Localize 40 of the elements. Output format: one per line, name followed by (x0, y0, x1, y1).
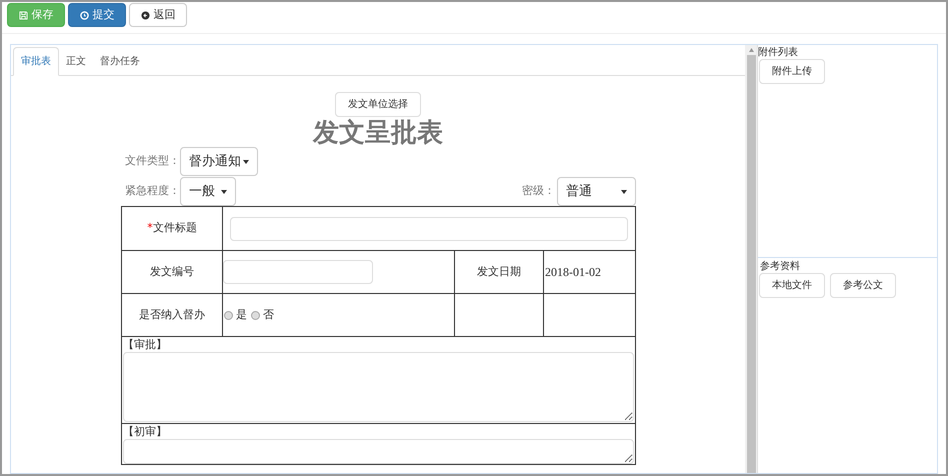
back-circle-icon (140, 10, 150, 20)
doc-type-select[interactable]: 督办通知 (180, 147, 258, 176)
radio-button[interactable] (251, 310, 260, 320)
urgency-select[interactable]: 一般 (180, 177, 236, 206)
reference-button[interactable]: 本地文件 (759, 273, 825, 298)
section-label: 【初审】 (123, 424, 168, 439)
caret-down-icon (221, 190, 227, 194)
reference-button[interactable]: 参考公文 (830, 273, 896, 298)
field-label: 密级： (522, 183, 555, 200)
back-button[interactable]: 返回 (129, 3, 187, 27)
radio-button[interactable] (224, 310, 233, 320)
unit-select-button[interactable]: 发文单位选择 (335, 92, 421, 117)
tab[interactable]: 正文 (59, 47, 93, 75)
field-label: 是否纳入督办 (122, 294, 223, 336)
tab[interactable]: 督办任务 (93, 47, 147, 75)
title-input[interactable] (230, 216, 628, 240)
clock-icon (80, 10, 88, 20)
panel-title: 附件列表 (758, 46, 798, 59)
caret-down-icon (621, 190, 627, 194)
number-input[interactable] (223, 260, 373, 284)
scroll-up-icon[interactable] (748, 48, 754, 52)
field-label: 发文编号 (122, 251, 223, 293)
radio-label: 否 (263, 306, 274, 323)
scrollbar-thumb[interactable] (746, 55, 756, 473)
upload-button[interactable]: 附件上传 (759, 59, 825, 84)
field-label: 发文日期 (455, 251, 544, 293)
comment-textarea[interactable] (123, 352, 634, 422)
field-label: 文件类型： (124, 153, 180, 170)
section-label: 【审批】 (123, 337, 168, 352)
field-label: *文件标题 (122, 207, 223, 250)
caret-down-icon (243, 160, 249, 164)
submit-button[interactable]: 提交 (68, 3, 126, 27)
field-label: 紧急程度： (124, 183, 180, 200)
date-value: 2018-01-02 (544, 264, 602, 281)
panel-title: 参考资料 (760, 260, 801, 273)
tab[interactable]: 审批表 (13, 47, 59, 76)
form-title: 发文呈批表 (313, 117, 443, 149)
comment-textarea[interactable] (123, 439, 634, 464)
secrecy-select[interactable]: 普通 (557, 177, 636, 206)
radio-label: 是 (236, 306, 247, 323)
